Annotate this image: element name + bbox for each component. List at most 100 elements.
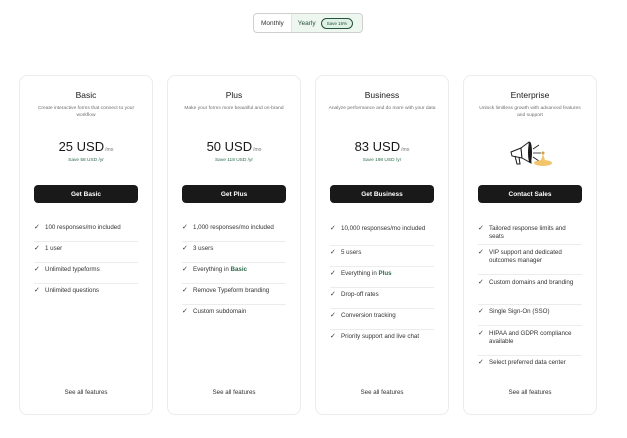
- feature-text: Custom domains and branding: [489, 279, 574, 286]
- feature-item: ✓ Unlimited typeforms: [34, 263, 138, 284]
- feature-item: ✓ Unlimited questions: [34, 284, 138, 305]
- plan-description: Create interactive forms that connect to…: [37, 106, 135, 118]
- price-amount: 83 USD: [354, 139, 401, 154]
- save-badge: Save 16%: [320, 17, 354, 29]
- feature-item: ✓ Conversion tracking: [330, 309, 434, 330]
- yearly-savings: Save 198 USD /yr: [362, 158, 402, 163]
- see-all-features-link[interactable]: See all features: [464, 389, 596, 396]
- plan-name: Enterprise: [510, 90, 550, 100]
- checkmark-icon: ✓: [182, 245, 188, 252]
- plan-price: 83 USD/mo: [316, 138, 448, 156]
- plan-card-business: Business Analyze performance and do more …: [315, 75, 449, 415]
- feature-highlight: Plus: [378, 270, 392, 277]
- price-period: /mo: [401, 147, 410, 153]
- checkmark-icon: ✓: [330, 270, 336, 277]
- price-period: /mo: [253, 147, 262, 153]
- basic-cta-button[interactable]: Get Basic: [34, 185, 138, 203]
- feature-list: ✓ 10,000 responses/mo included ✓ 5 users ✓ Ev…: [330, 221, 434, 351]
- feature-item: ✓ Everything in Plus: [330, 267, 434, 288]
- see-all-features-link[interactable]: See all features: [168, 389, 300, 396]
- checkmark-icon: ✓: [330, 312, 336, 319]
- feature-highlight: Basic: [230, 266, 248, 273]
- feature-text: 10,000 responses/mo included: [341, 225, 426, 232]
- plan-card-enterprise: Enterprise Unlock limitless growth with a…: [463, 75, 597, 415]
- feature-item: ✓ Select preferred data center: [478, 356, 582, 380]
- feature-text: Custom subdomain: [193, 308, 247, 315]
- checkmark-icon: ✓: [478, 330, 484, 337]
- feature-item: ✓ Single Sign-On (SSO): [478, 305, 582, 326]
- feature-text: Everything in Plus: [341, 270, 392, 277]
- checkmark-icon: ✓: [182, 224, 188, 231]
- plan-name: Business: [364, 90, 400, 100]
- checkmark-icon: ✓: [182, 308, 188, 315]
- feature-item: ✓ Custom subdomain: [182, 305, 286, 326]
- checkmark-icon: ✓: [330, 249, 336, 256]
- feature-item: ✓ Custom domains and branding: [478, 275, 582, 305]
- feature-item: ✓ 3 users: [182, 242, 286, 263]
- plan-description: Analyze performance and do more with you…: [328, 106, 436, 111]
- price-amount: 25 USD: [58, 139, 105, 154]
- feature-text: Select preferred data center: [489, 359, 566, 366]
- business-cta-button[interactable]: Get Business: [330, 185, 434, 203]
- feature-item: ✓ Drop-off rates: [330, 288, 434, 309]
- feature-text: VIP support and dedicated outcomes manag…: [489, 249, 562, 264]
- see-all-features-link[interactable]: See all features: [316, 389, 448, 396]
- plan-name: Plus: [225, 90, 243, 100]
- feature-text: 3 users: [193, 245, 214, 252]
- enterprise-cta-button[interactable]: Contact Sales: [478, 185, 582, 203]
- feature-item: ✓ 1 user: [34, 242, 138, 263]
- checkmark-icon: ✓: [34, 245, 40, 252]
- feature-text: 1,000 responses/mo included: [193, 224, 274, 231]
- checkmark-icon: ✓: [330, 291, 336, 298]
- checkmark-icon: ✓: [478, 359, 484, 366]
- feature-text: Conversion tracking: [341, 312, 396, 319]
- plan-card-plus: Plus Make your forms more beautiful and o…: [167, 75, 301, 415]
- plan-name: Basic: [75, 90, 97, 100]
- feature-item: ✓ 5 users: [330, 246, 434, 267]
- feature-text: Unlimited questions: [45, 287, 99, 294]
- plan-price: 25 USD/mo: [20, 138, 152, 156]
- megaphone-illustration-icon: [510, 141, 552, 166]
- plan-description: Unlock limitless growth with advanced fe…: [479, 106, 581, 118]
- plan-card-basic: Basic Create interactive forms that conne…: [19, 75, 153, 415]
- feature-list: ✓ 100 responses/mo included ✓ 1 user ✓ Unlimi…: [34, 221, 138, 305]
- monthly-option[interactable]: Monthly: [254, 14, 292, 32]
- checkmark-icon: ✓: [182, 287, 188, 294]
- yearly-option[interactable]: Yearly Save 16%: [291, 14, 362, 32]
- feature-text: Drop-off rates: [341, 291, 379, 298]
- feature-text: Remove Typeform branding: [193, 287, 270, 294]
- checkmark-icon: ✓: [182, 266, 188, 273]
- checkmark-icon: ✓: [34, 287, 40, 294]
- feature-item: ✓ 1,000 responses/mo included: [182, 221, 286, 242]
- checkmark-icon: ✓: [330, 225, 336, 232]
- plan-price: 50 USD/mo: [168, 138, 300, 156]
- feature-text: HIPAA and GDPR compliance available: [489, 330, 572, 345]
- plan-description: Make your forms more beautiful and on-br…: [184, 106, 284, 111]
- yearly-savings: Save 118 USD /yr: [214, 158, 254, 163]
- billing-period-toggle[interactable]: Monthly Yearly Save 16%: [253, 13, 363, 33]
- feature-text: Tailored response limits and seats: [489, 225, 566, 240]
- feature-list: ✓ 1,000 responses/mo included ✓ 3 users ✓ Eve…: [182, 221, 286, 326]
- feature-text: 100 responses/mo included: [45, 224, 121, 231]
- feature-text: Priority support and live chat: [341, 333, 420, 340]
- yearly-savings: Save 58 USD /yr: [68, 158, 104, 163]
- see-all-features-link[interactable]: See all features: [20, 389, 152, 396]
- plus-cta-button[interactable]: Get Plus: [182, 185, 286, 203]
- feature-text: Single Sign-On (SSO): [489, 308, 550, 315]
- feature-list: ✓ Tailored response limits and seats ✓ VIP …: [478, 221, 582, 380]
- feature-item: ✓ HIPAA and GDPR compliance available: [478, 326, 582, 356]
- checkmark-icon: ✓: [34, 266, 40, 273]
- feature-item: ✓ Everything in Basic: [182, 263, 286, 284]
- checkmark-icon: ✓: [478, 308, 484, 315]
- feature-item: ✓ Tailored response limits and seats: [478, 221, 582, 245]
- yearly-label: Yearly: [297, 19, 316, 27]
- feature-text: Everything in Basic: [193, 266, 248, 273]
- price-amount: 50 USD: [206, 139, 253, 154]
- checkmark-icon: ✓: [330, 333, 336, 340]
- feature-item: ✓ VIP support and dedicated outcomes mana…: [478, 245, 582, 275]
- checkmark-icon: ✓: [34, 224, 40, 231]
- checkmark-icon: ✓: [478, 279, 484, 286]
- checkmark-icon: ✓: [478, 249, 484, 256]
- feature-text: Unlimited typeforms: [45, 266, 100, 273]
- feature-text: 1 user: [45, 245, 63, 252]
